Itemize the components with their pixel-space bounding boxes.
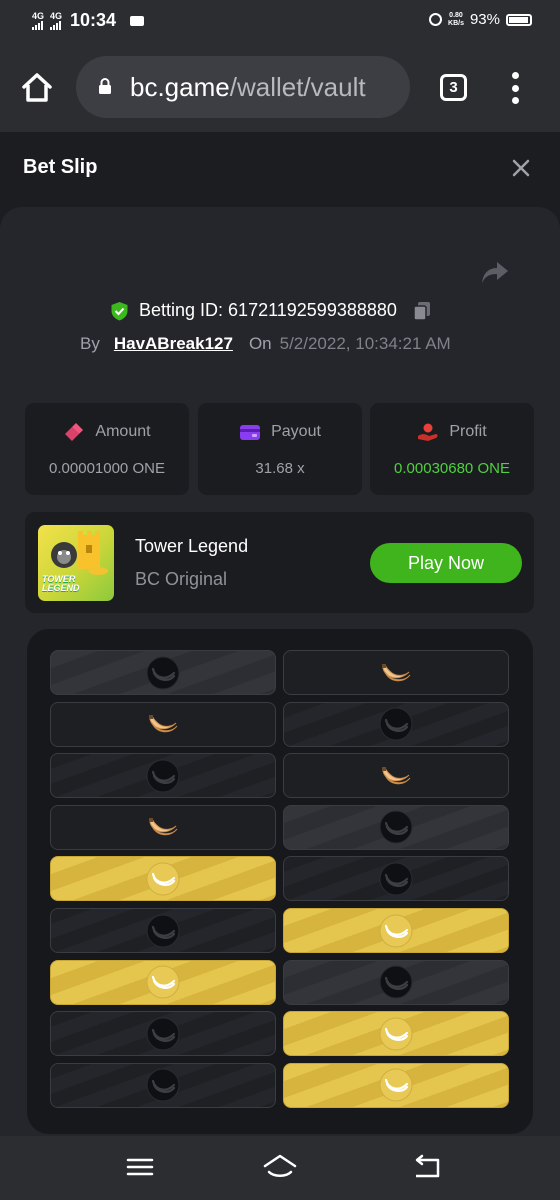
- thumbnail-line-2: LEGEND: [42, 583, 80, 593]
- tower-tile: [283, 908, 509, 953]
- amount-label: Amount: [95, 423, 151, 440]
- dark-banana-icon: [146, 1068, 180, 1102]
- home-icon[interactable]: [262, 1152, 298, 1182]
- tower-tile: [283, 650, 509, 695]
- tower-tile: [50, 1062, 276, 1108]
- gold-banana-icon: [379, 1068, 413, 1102]
- modal-title: Bet Slip: [23, 156, 98, 178]
- bet-datetime: 5/2/2022, 10:34:21 AM: [279, 334, 451, 353]
- bettor-row: By HavABreak127 On 5/2/2022, 10:34:21 AM: [80, 334, 451, 354]
- amount-value: 0.00001000 ONE: [49, 460, 165, 477]
- tower-tile: [283, 856, 509, 902]
- profit-value: 0.00030680 ONE: [394, 460, 510, 477]
- tabs-button[interactable]: 3: [440, 74, 467, 101]
- more-options-icon[interactable]: [508, 72, 522, 104]
- network-speed-unit: KB/s: [448, 19, 464, 27]
- tower-tile: [283, 1062, 509, 1108]
- banana-icon: [382, 663, 411, 681]
- status-right: 0.80 KB/s 93%: [429, 11, 532, 28]
- game-subtitle: BC Original: [135, 569, 228, 589]
- back-icon[interactable]: [412, 1152, 442, 1182]
- payout-card: Payout 31.68 x: [198, 403, 362, 495]
- gold-banana-icon: [379, 1017, 413, 1051]
- mail-icon: [130, 15, 145, 26]
- tower-tile: [50, 1011, 276, 1057]
- gold-banana-icon: [379, 914, 413, 947]
- tower-tile: [283, 753, 509, 799]
- tower-tile: [283, 804, 509, 850]
- gold-banana-icon: [146, 862, 180, 896]
- status-bar: 4G 4G 10:34 0.80 KB/s 93%: [0, 0, 560, 44]
- dark-banana-icon: [379, 965, 413, 999]
- dark-banana-icon: [146, 914, 180, 947]
- banana-icon: [382, 766, 411, 784]
- menu-icon[interactable]: [125, 1152, 155, 1182]
- dark-banana-icon: [379, 862, 413, 896]
- play-now-button[interactable]: Play Now: [370, 543, 522, 583]
- profit-card: Profit 0.00030680 ONE: [370, 403, 534, 495]
- network-type: 4G: [50, 10, 63, 21]
- game-name: Tower Legend: [135, 536, 249, 556]
- payout-label: Payout: [271, 423, 321, 440]
- betting-id: Betting ID: 617211925993888​80: [139, 300, 397, 320]
- tower-tile: [283, 701, 509, 747]
- network-speed-value: 0.80: [449, 11, 463, 19]
- copy-icon[interactable]: [413, 301, 431, 321]
- dark-banana-icon: [379, 810, 413, 844]
- amount-card: Amount 0.00001000 ONE: [25, 403, 189, 495]
- tower-tile: [50, 908, 276, 953]
- on-label: On: [248, 334, 272, 353]
- gold-banana-icon: [146, 965, 180, 999]
- tower-tile: [50, 701, 276, 747]
- status-left: 4G 4G 10:34: [32, 10, 145, 31]
- network-type: 4G: [32, 10, 45, 21]
- game-thumbnail[interactable]: TOWER LEGEND: [38, 525, 114, 601]
- signal-icon: 4G: [32, 10, 45, 30]
- banana-icon: [149, 715, 178, 733]
- close-icon[interactable]: [510, 157, 532, 179]
- home-icon[interactable]: [20, 70, 54, 104]
- system-nav-bar: [0, 1136, 560, 1200]
- payout-value: 31.68 x: [255, 460, 305, 477]
- share-icon[interactable]: [480, 260, 510, 286]
- username-link[interactable]: HavABreak127: [114, 334, 233, 354]
- url-text: bc.game/wallet/vault: [130, 72, 366, 103]
- url-path: /wallet/vault: [229, 72, 366, 102]
- url-domain: bc.game: [130, 72, 230, 102]
- signal-icon: 4G: [50, 10, 63, 30]
- browser-toolbar: bc.game/wallet/vault 3: [0, 44, 560, 132]
- tower-tile: [50, 804, 276, 850]
- lock-icon: [99, 78, 111, 94]
- payout-card-icon: [240, 425, 261, 440]
- amount-icon: [65, 423, 84, 441]
- betting-id-row: Betting ID: 617211925993888​80: [110, 300, 431, 321]
- dark-banana-icon: [146, 1017, 180, 1051]
- profit-icon: [418, 423, 438, 441]
- battery-percent: 93%: [469, 11, 500, 28]
- tower-tile: [50, 753, 276, 799]
- dark-banana-icon: [379, 707, 413, 741]
- dark-banana-icon: [146, 759, 180, 793]
- dark-banana-icon: [146, 656, 180, 689]
- address-bar[interactable]: bc.game/wallet/vault: [76, 56, 410, 118]
- tower-grid: [27, 629, 533, 1134]
- alarm-icon: [429, 13, 443, 26]
- banana-icon: [149, 818, 178, 836]
- tower-tile: [50, 959, 276, 1005]
- clock: 10:34: [70, 10, 117, 30]
- tower-tile: [50, 856, 276, 902]
- tower-tile: [283, 959, 509, 1005]
- profit-label: Profit: [449, 423, 487, 440]
- battery-icon: [506, 13, 532, 26]
- network-speed: 0.80 KB/s: [448, 12, 464, 28]
- verified-shield-icon: [111, 301, 128, 320]
- game-banner: TOWER LEGEND Tower Legend BC Original Pla…: [25, 512, 534, 613]
- tower-tile: [283, 1011, 509, 1057]
- by-label: By: [80, 334, 100, 353]
- thumbnail-title: TOWER LEGEND: [42, 575, 80, 593]
- tower-tile: [50, 650, 276, 695]
